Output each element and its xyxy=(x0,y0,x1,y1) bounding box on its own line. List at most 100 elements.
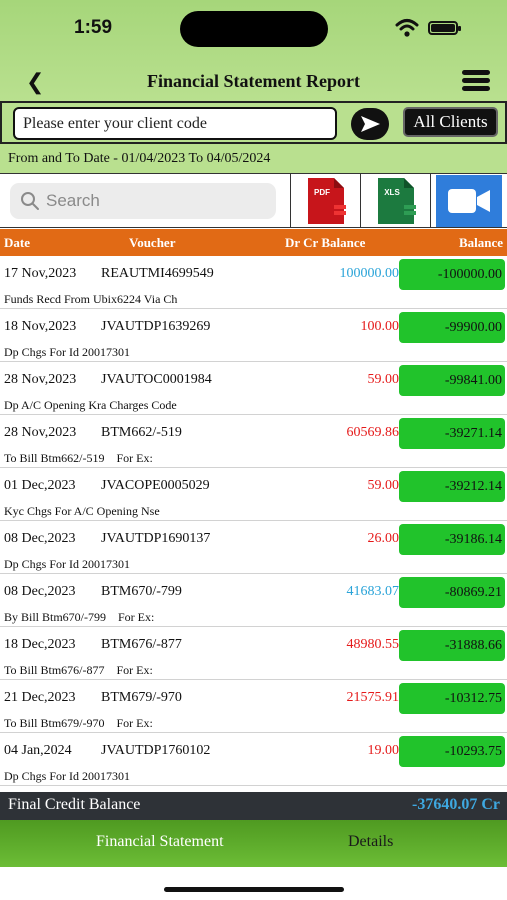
search-icon xyxy=(21,192,39,210)
row-drcr-amount: 59.00 xyxy=(367,478,400,493)
table-row[interactable]: 04 Jan,2024 JVAUTDP1760102 19.00 -10293.… xyxy=(0,733,507,786)
home-indicator-area xyxy=(0,867,507,900)
row-narration: By Bill Btm670/-799 For Ex: xyxy=(4,610,155,624)
table-row[interactable]: 08 Dec,2023 JVAUTDP1690137 26.00 -39186.… xyxy=(0,521,507,574)
table-row[interactable]: 18 Nov,2023 JVAUTDP1639269 100.00 -99900… xyxy=(0,309,507,362)
row-voucher: BTM679/-970 xyxy=(101,690,182,705)
svg-text:PDF: PDF xyxy=(314,188,330,197)
column-date: Date xyxy=(4,235,30,250)
xls-export-button[interactable]: XLS xyxy=(360,174,430,228)
row-date: 28 Nov,2023 xyxy=(4,425,77,440)
row-balance-badge: -39271.14 xyxy=(399,418,505,449)
bottom-tab-bar: Financial Statement Details xyxy=(0,820,507,867)
battery-icon xyxy=(428,21,461,35)
table-row[interactable]: 28 Nov,2023 JVAUTOC0001984 59.00 -99841.… xyxy=(0,362,507,415)
row-drcr-amount: 26.00 xyxy=(367,531,400,546)
row-narration: To Bill Btm679/-970 For Ex: xyxy=(4,716,153,730)
home-indicator[interactable] xyxy=(164,887,344,892)
row-voucher: REAUTMI4699549 xyxy=(101,266,214,281)
row-date: 21 Dec,2023 xyxy=(4,690,76,705)
column-voucher: Voucher xyxy=(129,235,176,250)
search-placeholder: Search xyxy=(46,191,100,210)
row-voucher: JVACOPE0005029 xyxy=(101,478,210,493)
row-balance-badge: -10293.75 xyxy=(399,736,505,767)
row-date: 01 Dec,2023 xyxy=(4,478,76,493)
row-drcr-amount: 48980.55 xyxy=(346,637,400,652)
search-input[interactable]: Search xyxy=(10,183,276,219)
table-header: Date Voucher Dr Cr Balance Balance xyxy=(0,229,507,256)
all-clients-button[interactable]: All Clients xyxy=(403,107,498,137)
tab-details[interactable]: Details xyxy=(348,833,393,851)
row-voucher: JVAUTOC0001984 xyxy=(101,372,212,387)
xls-file-icon: XLS xyxy=(377,178,416,224)
row-balance-badge: -100000.00 xyxy=(399,259,505,290)
row-date: 18 Nov,2023 xyxy=(4,319,77,334)
row-voucher: JVAUTDP1639269 xyxy=(101,319,211,334)
row-balance-badge: -10312.75 xyxy=(399,683,505,714)
final-balance-bar: Final Credit Balance -37640.07 Cr xyxy=(0,792,507,820)
row-drcr-amount: 60569.86 xyxy=(346,425,400,440)
row-drcr-amount: 59.00 xyxy=(367,372,400,387)
row-date: 08 Dec,2023 xyxy=(4,531,76,546)
top-bar: 1:59 ❮ Financial Statement Report xyxy=(0,0,507,101)
pdf-export-button[interactable]: PDF xyxy=(290,174,360,228)
dynamic-island xyxy=(180,11,328,47)
statement-list[interactable]: 17 Nov,2023 REAUTMI4699549 100000.00 -10… xyxy=(0,256,507,792)
row-drcr-amount: 41683.07 xyxy=(346,584,400,599)
row-voucher: JVAUTDP1690137 xyxy=(101,531,211,546)
row-voucher: BTM662/-519 xyxy=(101,425,182,440)
row-balance-badge: -31888.66 xyxy=(399,630,505,661)
row-narration: To Bill Btm662/-519 For Ex: xyxy=(4,451,153,465)
video-button[interactable] xyxy=(430,174,507,228)
arrow-right-icon xyxy=(361,116,380,132)
back-chevron-icon[interactable]: ❮ xyxy=(26,70,46,96)
table-row[interactable]: 28 Nov,2023 BTM662/-519 60569.86 -39271.… xyxy=(0,415,507,468)
table-row[interactable]: 21 Dec,2023 BTM679/-970 21575.91 -10312.… xyxy=(0,680,507,733)
row-narration: Dp Chgs For Id 20017301 xyxy=(4,557,131,571)
page-title: Financial Statement Report xyxy=(147,71,360,91)
row-narration: Kyc Chgs For A/C Opening Nse xyxy=(4,504,160,518)
row-voucher: JVAUTDP1760102 xyxy=(101,743,211,758)
submit-arrow-button[interactable] xyxy=(351,108,389,140)
table-row[interactable]: 18 Dec,2023 BTM676/-877 48980.55 -31888.… xyxy=(0,627,507,680)
row-drcr-amount: 19.00 xyxy=(367,743,400,758)
search-export-row: Search PDF XLS xyxy=(0,173,507,228)
row-date: 28 Nov,2023 xyxy=(4,372,77,387)
table-row[interactable]: 17 Nov,2023 REAUTMI4699549 100000.00 -10… xyxy=(0,256,507,309)
video-camera-icon xyxy=(436,175,502,227)
row-voucher: BTM676/-877 xyxy=(101,637,182,652)
status-time: 1:59 xyxy=(74,17,113,38)
client-code-input[interactable] xyxy=(13,107,337,140)
pdf-file-icon: PDF xyxy=(307,178,346,224)
row-narration: Dp Chgs For Id 20017301 xyxy=(4,345,131,359)
tab-financial-statement[interactable]: Financial Statement xyxy=(96,833,224,851)
hamburger-menu-icon[interactable] xyxy=(462,70,492,92)
row-narration: To Bill Btm676/-877 For Ex: xyxy=(4,663,153,677)
row-date: 17 Nov,2023 xyxy=(4,266,77,281)
row-date: 08 Dec,2023 xyxy=(4,584,76,599)
client-code-bar: All Clients xyxy=(0,101,507,144)
column-balance: Balance xyxy=(458,235,503,250)
row-date: 04 Jan,2024 xyxy=(4,743,72,758)
row-drcr-amount: 100000.00 xyxy=(339,266,400,281)
row-narration: Dp A/C Opening Kra Charges Code xyxy=(4,398,177,412)
status-icons xyxy=(395,18,497,38)
row-narration: Funds Recd From Ubix6224 Via Ch xyxy=(4,292,178,306)
row-drcr-amount: 100.00 xyxy=(360,319,400,334)
svg-text:XLS: XLS xyxy=(384,188,400,197)
row-drcr-amount: 21575.91 xyxy=(346,690,400,705)
wifi-icon xyxy=(395,19,419,37)
row-balance-badge: -80869.21 xyxy=(399,577,505,608)
table-row[interactable]: 08 Dec,2023 BTM670/-799 41683.07 -80869.… xyxy=(0,574,507,627)
final-balance-label: Final Credit Balance xyxy=(8,796,141,813)
date-range-label: From and To Date - 01/04/2023 To 04/05/2… xyxy=(0,144,507,173)
row-narration: Dp Chgs For Id 20017301 xyxy=(4,769,131,783)
row-balance-badge: -39186.14 xyxy=(399,524,505,555)
row-balance-badge: -39212.14 xyxy=(399,471,505,502)
row-balance-badge: -99900.00 xyxy=(399,312,505,343)
table-row[interactable]: 01 Dec,2023 JVACOPE0005029 59.00 -39212.… xyxy=(0,468,507,521)
final-balance-value: -37640.07 Cr xyxy=(412,796,500,813)
row-balance-badge: -99841.00 xyxy=(399,365,505,396)
row-date: 18 Dec,2023 xyxy=(4,637,76,652)
column-drcr: Dr Cr Balance xyxy=(285,235,366,250)
